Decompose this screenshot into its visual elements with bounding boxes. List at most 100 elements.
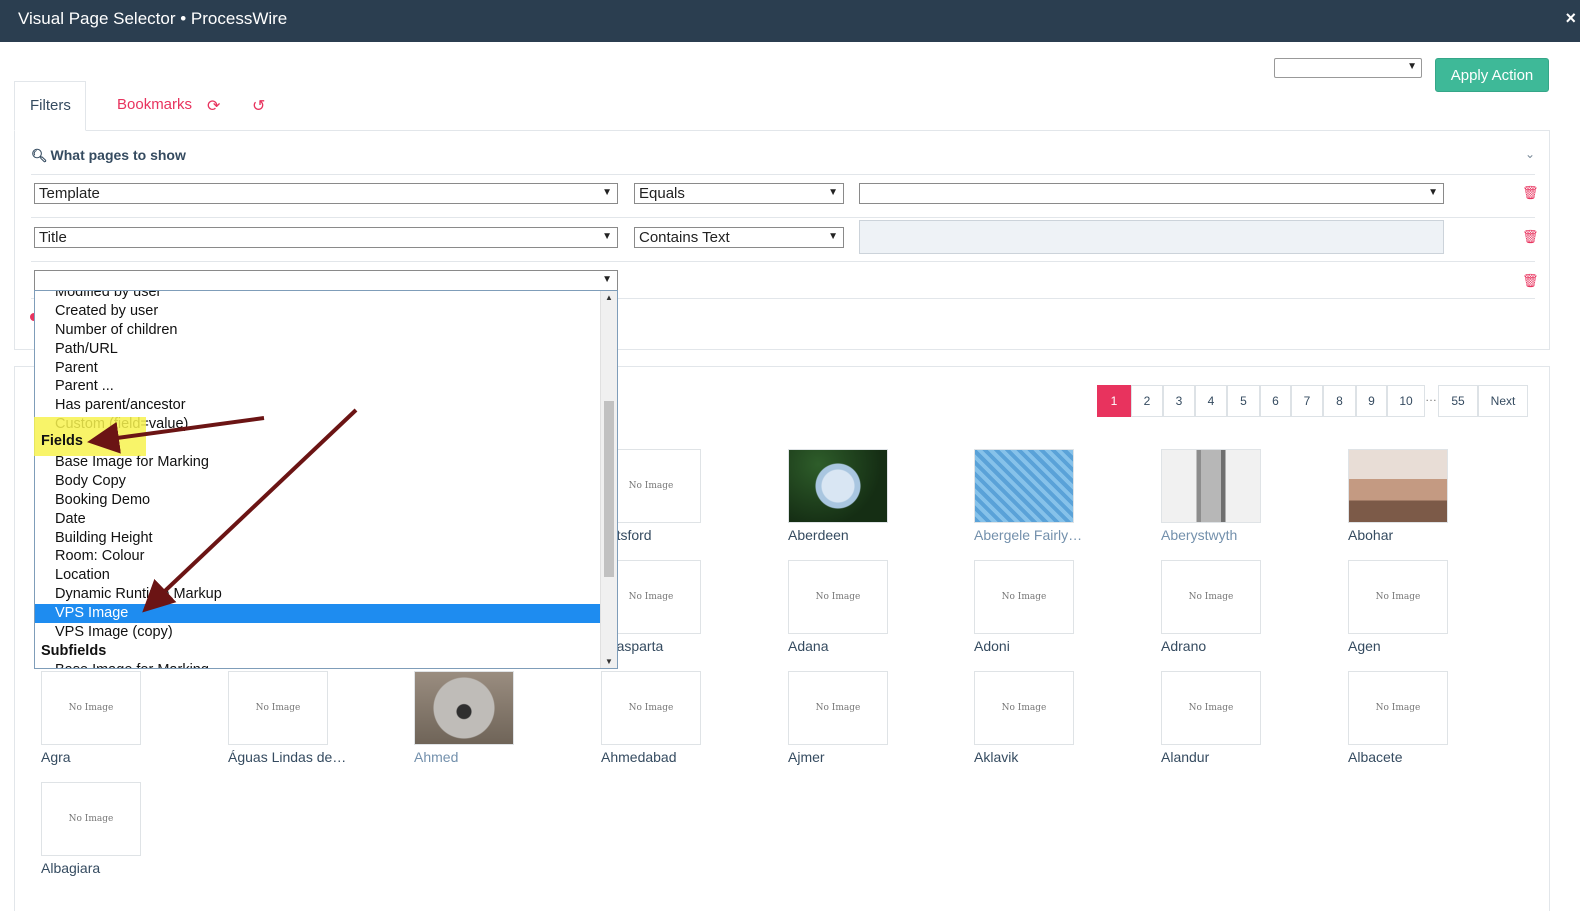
page-card-title: Agen	[1348, 638, 1381, 654]
filter-row-1-field-select[interactable]: Template ▼	[34, 183, 618, 204]
scrollbar-thumb[interactable]	[604, 401, 614, 577]
filter-row-2-text-input[interactable]	[859, 220, 1444, 254]
field-dropdown-list[interactable]: Modified by user Created by user Number of…	[34, 290, 618, 669]
chevron-down-icon: ▼	[602, 231, 612, 242]
no-image-placeholder: No Image	[41, 782, 141, 856]
page-card[interactable]: Aberdeen	[788, 449, 948, 549]
dropdown-option[interactable]: Dynamic Runtime Markup	[35, 585, 601, 604]
page-card[interactable]: No Image Albacete	[1348, 671, 1508, 771]
dropdown-option[interactable]: Date	[35, 510, 601, 529]
no-image-placeholder: No Image	[1161, 671, 1261, 745]
divider	[31, 217, 1535, 218]
page-card[interactable]: Abergele Fairly…	[974, 449, 1134, 549]
page-card-title: Águas Lindas de…	[228, 749, 347, 765]
page-6[interactable]: 6	[1260, 385, 1291, 417]
no-image-placeholder: No Image	[974, 560, 1074, 634]
page-card-title: Ahmedabad	[601, 749, 677, 765]
reset-icon[interactable]: ↺	[252, 96, 265, 116]
page-5[interactable]: 5	[1227, 385, 1260, 417]
tab-bookmarks[interactable]: Bookmarks	[102, 81, 207, 131]
dropdown-option[interactable]: Location	[35, 566, 601, 585]
chevron-down-icon: ▼	[602, 187, 612, 198]
page-8[interactable]: 8	[1323, 385, 1356, 417]
page-card[interactable]: No Image Ajmer	[788, 671, 948, 771]
trash-icon[interactable]: 🗑︎	[1522, 185, 1539, 201]
page-card-title: Aklavik	[974, 749, 1019, 765]
chevron-down-icon: ▼	[1428, 187, 1438, 198]
page-card[interactable]: No Image Ahmedabad	[601, 671, 761, 771]
dropdown-option[interactable]: Path/URL	[35, 340, 601, 359]
dropdown-scrollbar[interactable]: ▲ ▼	[600, 291, 617, 668]
trash-icon[interactable]: 🗑︎	[1522, 229, 1539, 245]
filter-row-2-field-value: Title	[39, 229, 67, 246]
page-card-title: Aberystwyth	[1161, 527, 1238, 543]
no-image-placeholder: No Image	[1348, 671, 1448, 745]
page-card-title: Albacete	[1348, 749, 1403, 765]
page-3[interactable]: 3	[1163, 385, 1195, 417]
filters-heading[interactable]: 🔍︎ What pages to show	[31, 147, 186, 164]
dropdown-option[interactable]: Parent	[35, 359, 601, 378]
page-7[interactable]: 7	[1291, 385, 1323, 417]
dropdown-option[interactable]: Building Height	[35, 529, 601, 548]
page-card[interactable]: Aberystwyth	[1161, 449, 1321, 549]
page-card[interactable]: No Image Águas Lindas de…	[228, 671, 388, 771]
page-card[interactable]: No Image Adrano	[1161, 560, 1321, 660]
page-card[interactable]: No Image Albagiara	[41, 782, 201, 882]
filter-row-1-operator-select[interactable]: Equals ▼	[634, 183, 844, 204]
refresh-icon[interactable]: ⟳	[207, 96, 220, 116]
page-card-title: Aberdeen	[788, 527, 849, 543]
scroll-up-icon[interactable]: ▲	[605, 293, 613, 302]
page-9[interactable]: 9	[1356, 385, 1387, 417]
page-card-title: Alandur	[1161, 749, 1210, 765]
tab-filters[interactable]: Filters	[14, 81, 86, 131]
chevron-down-icon: ▼	[1407, 61, 1417, 72]
dropdown-option[interactable]: Room: Colour	[35, 547, 601, 566]
filter-row-1-field-value: Template	[39, 185, 100, 202]
page-2[interactable]: 2	[1131, 385, 1163, 417]
page-card[interactable]: No Image Agen	[1348, 560, 1508, 660]
dropdown-option[interactable]: VPS Image (copy)	[35, 623, 601, 642]
filter-row-2-operator-value: Contains Text	[639, 229, 730, 246]
page-card[interactable]: Abohar	[1348, 449, 1508, 549]
close-icon[interactable]: ×	[1565, 8, 1576, 29]
page-card[interactable]: No Image botsford	[601, 449, 761, 549]
scroll-down-icon[interactable]: ▼	[605, 657, 613, 666]
trash-icon[interactable]: 🗑︎	[1522, 273, 1539, 289]
filter-row-2-operator-select[interactable]: Contains Text ▼	[634, 227, 844, 248]
no-image-placeholder: No Image	[228, 671, 328, 745]
dropdown-option[interactable]: Number of children	[35, 321, 601, 340]
dropdown-option[interactable]: Created by user	[35, 302, 601, 321]
filter-row-2-field-select[interactable]: Title ▼	[34, 227, 618, 248]
filter-row-3-field-select[interactable]: ▼	[34, 270, 618, 291]
dropdown-option[interactable]: Has parent/ancestor	[35, 396, 601, 415]
page-card[interactable]: No Image Adana	[788, 560, 948, 660]
filter-row-1-value-select[interactable]: ▼	[859, 183, 1444, 204]
dropdown-option[interactable]: VPS Image	[35, 604, 601, 624]
page-card-title: Adoni	[974, 638, 1010, 654]
apply-action-button[interactable]: Apply Action	[1435, 58, 1549, 92]
dropdown-option[interactable]: Booking Demo	[35, 491, 601, 510]
dropdown-option[interactable]: Modified by user	[35, 291, 601, 302]
page-1[interactable]: 1	[1097, 385, 1131, 417]
page-card[interactable]: No Image Alandur	[1161, 671, 1321, 771]
page-card-title: Adrano	[1161, 638, 1207, 654]
no-image-placeholder: No Image	[601, 671, 701, 745]
action-select[interactable]: ▼	[1274, 58, 1422, 78]
page-card[interactable]: No Image Aklavik	[974, 671, 1134, 771]
page-card[interactable]: Ahmed	[414, 671, 574, 771]
page-card-title: Albagiara	[41, 860, 101, 876]
page-55[interactable]: 55	[1438, 385, 1478, 417]
page-10[interactable]: 10	[1387, 385, 1425, 417]
page-card-title: Adana	[788, 638, 829, 654]
page-card[interactable]: No Image quasparta	[601, 560, 761, 660]
page-4[interactable]: 4	[1195, 385, 1227, 417]
dropdown-option[interactable]: Body Copy	[35, 472, 601, 491]
page-card-title: Abergele Fairly…	[974, 527, 1083, 543]
next-page-button[interactable]: Next	[1478, 385, 1528, 417]
page-card[interactable]: No Image Agra	[41, 671, 201, 771]
chevron-down-icon[interactable]: ⌄	[1525, 147, 1535, 161]
page-card[interactable]: No Image Adoni	[974, 560, 1134, 660]
dropdown-option[interactable]: Parent ...	[35, 377, 601, 396]
page-thumbnail	[974, 449, 1074, 523]
dropdown-option[interactable]: Base Image for Marking	[35, 661, 601, 668]
